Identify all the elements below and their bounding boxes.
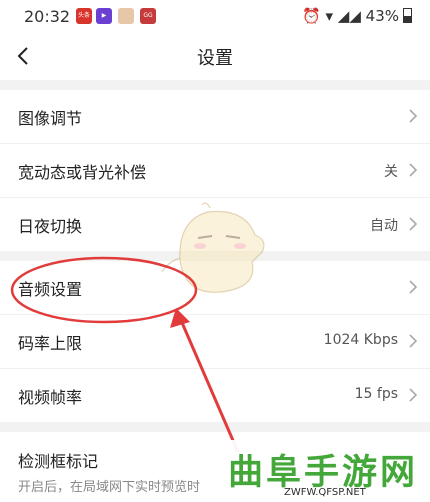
- setting-row-day-night[interactable]: 日夜切换 自动: [0, 198, 430, 251]
- settings-group-image: 图像调节 宽动态或背光补偿 关 日夜切换 自动: [0, 90, 430, 251]
- page-title: 设置: [197, 48, 233, 69]
- setting-row-image-adjust[interactable]: 图像调节: [0, 90, 430, 144]
- setting-label: 宽动态或背光补偿: [18, 163, 147, 182]
- setting-row-wdr[interactable]: 宽动态或背光补偿 关: [0, 144, 430, 198]
- setting-row-bitrate[interactable]: 码率上限 1024 Kbps: [0, 315, 430, 369]
- chevron-right-icon: [409, 388, 418, 402]
- setting-description: 开启后，在局域网下实时预览时: [18, 480, 201, 495]
- setting-label: 检测框标记: [18, 452, 99, 471]
- watermark-url: ZWFW.QFSP.NET: [284, 487, 366, 498]
- setting-label: 码率上限: [18, 334, 83, 353]
- game-app-icon: GG: [140, 8, 156, 24]
- avatar-app-icon: [118, 8, 134, 24]
- chevron-right-icon: [409, 109, 418, 123]
- setting-value: 关: [384, 164, 398, 180]
- chevron-right-icon: [409, 217, 418, 231]
- setting-value: 自动: [370, 218, 398, 234]
- news-app-icon: 头条: [76, 8, 92, 24]
- status-right: ⏰ ▾ ◢◢ 43%: [302, 7, 412, 25]
- setting-value: 1024 Kbps: [323, 332, 398, 348]
- setting-row-audio[interactable]: 音频设置: [0, 261, 430, 315]
- setting-value: 15 fps: [354, 386, 398, 402]
- battery-text: 43%: [365, 7, 399, 25]
- status-time: 20:32: [24, 7, 71, 26]
- wifi-icon: ▾: [325, 7, 334, 25]
- setting-label: 视频帧率: [18, 388, 83, 407]
- setting-label: 日夜切换: [18, 217, 83, 236]
- setting-label: 音频设置: [18, 280, 83, 299]
- settings-group-stream: 音频设置 码率上限 1024 Kbps 视频帧率 15 fps: [0, 261, 430, 422]
- chevron-right-icon: [409, 334, 418, 348]
- site-watermark: 曲阜手游网 ZWFW.QFSP.NET: [222, 440, 430, 502]
- signal-icon: ◢◢: [337, 7, 361, 25]
- alarm-icon: ⏰: [302, 7, 321, 25]
- chevron-right-icon: [409, 280, 418, 294]
- setting-label: 图像调节: [18, 109, 83, 128]
- app-header: 设置: [0, 34, 430, 80]
- status-bar: 20:32 头条 ▶ GG ⏰ ▾ ◢◢ 43%: [0, 0, 430, 34]
- setting-row-framerate[interactable]: 视频帧率 15 fps: [0, 369, 430, 422]
- video-app-icon: ▶: [96, 8, 112, 24]
- chevron-right-icon: [409, 163, 418, 177]
- battery-icon: [403, 8, 412, 23]
